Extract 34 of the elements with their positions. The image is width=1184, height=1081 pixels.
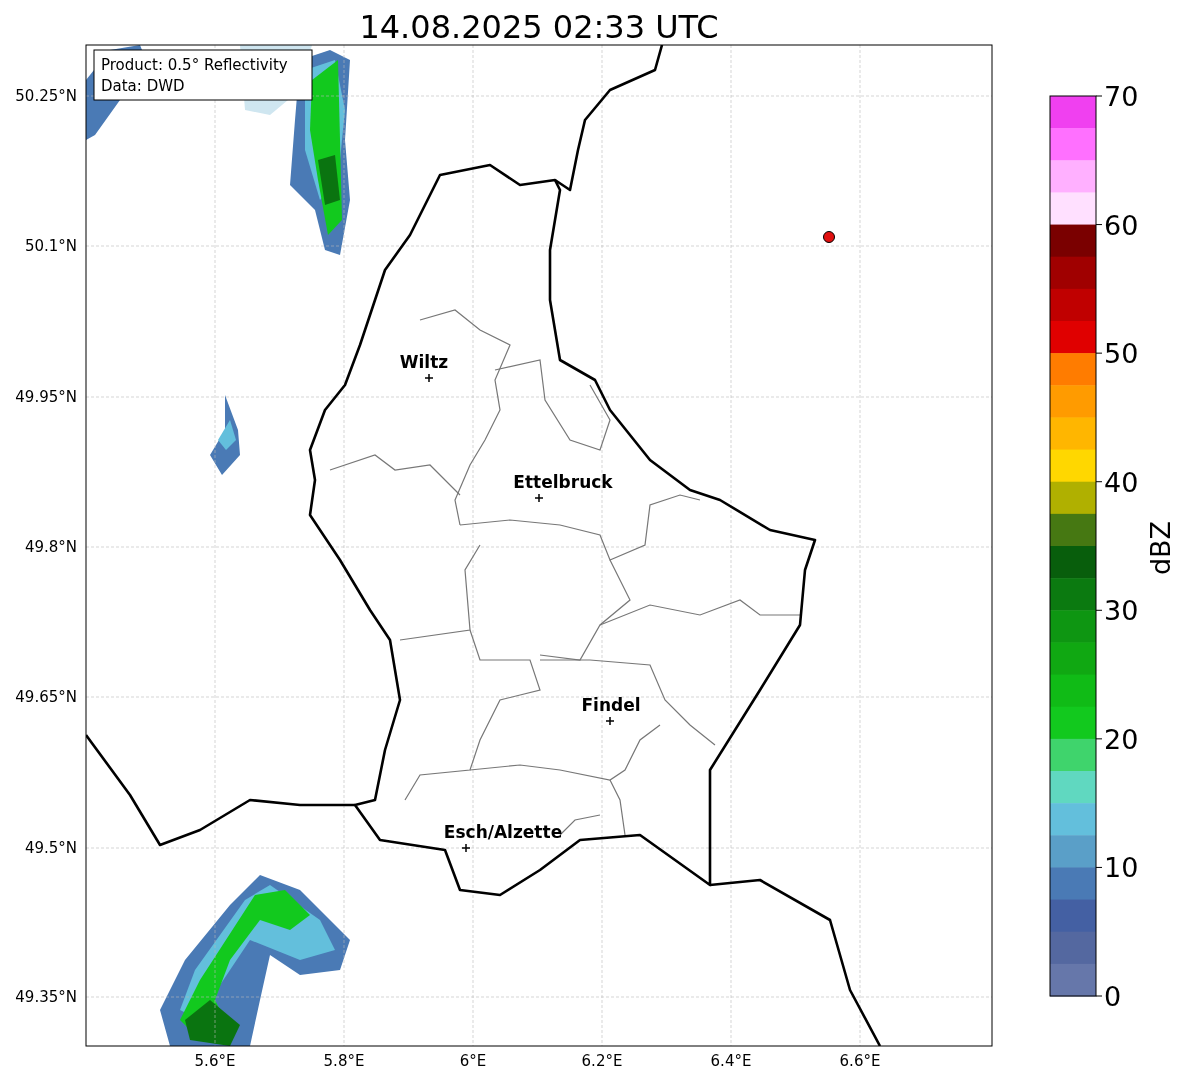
legend-text: Data: DWD [101, 77, 185, 95]
city-label: Findel [581, 695, 641, 715]
location-dot [823, 231, 835, 243]
tick-label: 6.2°E [581, 1052, 623, 1070]
tick-label: 50.1°N [24, 237, 77, 255]
tick-label: 49.35°N [15, 988, 77, 1006]
tick-label: 6.4°E [710, 1052, 752, 1070]
tick-label: 30 [1104, 595, 1139, 627]
tick-label: 50.25°N [15, 87, 77, 105]
city-marker [605, 716, 615, 726]
tick-label: 5.8°E [323, 1052, 365, 1070]
tick-label: 6°E [459, 1052, 487, 1070]
city-label: Esch/Alzette [443, 822, 563, 842]
tick-label: 49.95°N [15, 388, 77, 406]
colorbar-label: dBZ [1145, 520, 1176, 576]
tick-label: 40 [1104, 466, 1139, 498]
tick-label: 49.8°N [24, 538, 77, 556]
tick-label: 6.6°E [839, 1052, 881, 1070]
tick-label: 5.6°E [194, 1052, 236, 1070]
city-label: Ettelbruck [513, 472, 613, 492]
tick-label: 70 [1104, 81, 1139, 112]
tick-label: 49.5°N [24, 839, 77, 857]
chart-title: 14.08.2025 02:33 UTC [359, 8, 719, 46]
tick-label: 49.65°N [15, 688, 77, 706]
tick-label: 0 [1104, 981, 1122, 1012]
tick-label: 20 [1104, 723, 1139, 755]
city-label: Wiltz [399, 352, 449, 372]
city-marker [461, 843, 471, 853]
tick-label: 50 [1104, 338, 1139, 370]
tick-label: 10 [1104, 852, 1139, 884]
city-marker [534, 493, 544, 503]
legend-text: Product: 0.5° Reflectivity [101, 56, 288, 74]
city-marker [424, 373, 434, 383]
tick-label: 60 [1104, 209, 1139, 241]
